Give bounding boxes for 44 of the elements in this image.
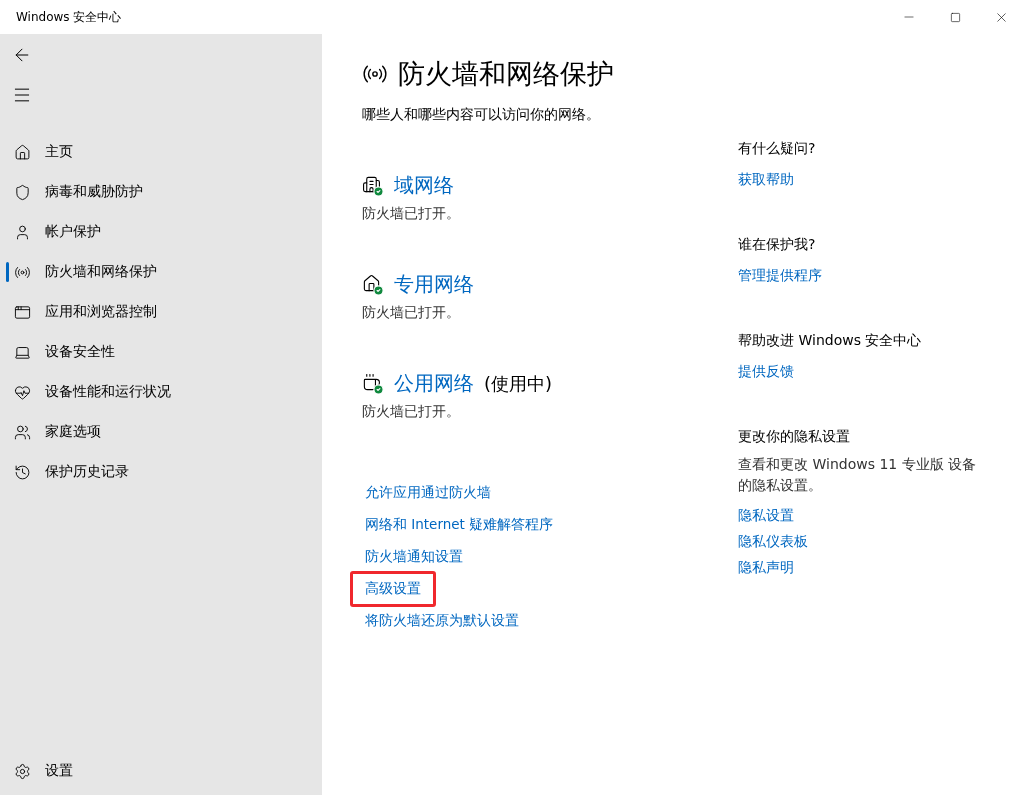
nav-icon [14, 303, 31, 321]
network-status-icon [362, 273, 384, 296]
nav-icon [14, 463, 31, 481]
network-link[interactable]: 公用网络 [394, 370, 474, 397]
help-link[interactable]: 隐私设置 [738, 502, 794, 528]
sidebar-item[interactable]: 设备性能和运行状况 [0, 372, 322, 412]
settings-item[interactable]: 设置 [0, 751, 322, 791]
page-subtitle: 哪些人和哪些内容可以访问你的网络。 [362, 106, 601, 124]
sidebar-item[interactable]: 保护历史记录 [0, 452, 322, 492]
network-status-icon [362, 174, 384, 197]
page-title: 防火墙和网络保护 [398, 57, 614, 91]
help-link[interactable]: 提供反馈 [738, 358, 794, 384]
network-status-icon [362, 372, 384, 395]
settings-icon [14, 762, 31, 780]
sidebar-item[interactable]: 防火墙和网络保护 [0, 252, 322, 292]
in-use-label: (使用中) [484, 371, 553, 396]
section-heading: 更改你的隐私设置 [738, 428, 850, 446]
help-link[interactable]: 获取帮助 [738, 166, 794, 192]
nav-icon [14, 183, 31, 201]
sidebar-item[interactable]: 应用和浏览器控制 [0, 292, 322, 332]
sidebar-item[interactable]: 帐户保护 [0, 212, 322, 252]
firewall-status: 防火墙已打开。 [362, 403, 461, 421]
section-heading: 有什么疑问? [738, 140, 816, 158]
window-title: Windows 安全中心 [16, 8, 122, 26]
section-heading: 帮助改进 Windows 安全中心 [738, 332, 922, 350]
sidebar-item[interactable]: 设备安全性 [0, 332, 322, 372]
help-link[interactable]: 管理提供程序 [738, 262, 822, 288]
nav-icon [14, 423, 31, 441]
settings-link[interactable]: 高级设置 [350, 571, 436, 607]
help-link[interactable]: 隐私声明 [738, 554, 794, 580]
nav-icon [14, 223, 31, 241]
sidebar-item[interactable]: 病毒和威胁防护 [0, 172, 322, 212]
section-heading: 谁在保护我? [738, 236, 816, 254]
help-link[interactable]: 隐私仪表板 [738, 528, 808, 554]
firewall-status: 防火墙已打开。 [362, 205, 461, 223]
firewall-status: 防火墙已打开。 [362, 304, 461, 322]
section-text: 查看和更改 Windows 11 专业版 设备的隐私设置。 [738, 455, 978, 495]
network-link[interactable]: 专用网络 [394, 271, 474, 298]
network-link[interactable]: 域网络 [394, 172, 454, 199]
nav-icon [14, 143, 31, 161]
nav-icon [14, 383, 31, 401]
maximize-icon [949, 11, 961, 23]
sidebar-item[interactable]: 家庭选项 [0, 412, 322, 452]
sidebar-item[interactable]: 主页 [0, 132, 322, 172]
